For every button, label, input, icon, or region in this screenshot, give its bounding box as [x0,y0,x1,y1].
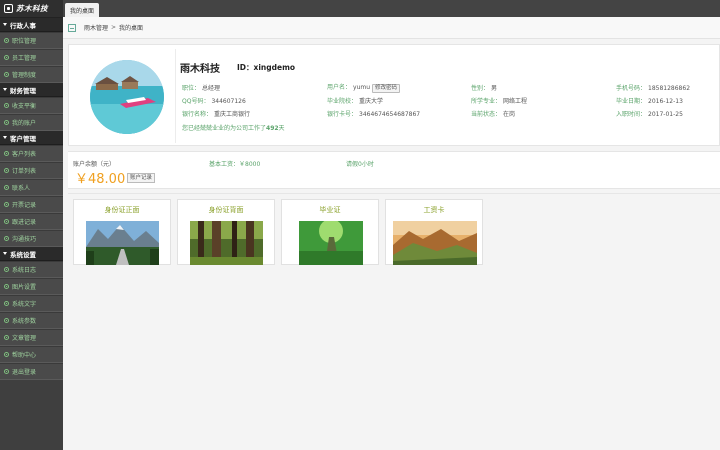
field-grad-date: 毕业日期： 2016-12-13 [616,98,683,105]
field-join-date: 入职时间： 2017-01-25 [616,111,683,118]
sidebar-item-my-account[interactable]: 我的账户 [0,114,63,131]
doc-salary-card[interactable]: 工资卡 [385,199,483,265]
sidebar-item-help[interactable]: 帮助中心 [0,346,63,363]
breadcrumb-separator: > [111,24,117,31]
profile-panel: 雨木科技 ID：xingdemo 职位： 总经理 QQ号码： 344607126 银… [68,44,720,146]
logo-text: 苏木科技 [16,4,48,13]
nav-group-settings: 系统设置 系统日志 图片设置 系统文字 系统参数 文章管理 帮助中心 退出登录 [0,247,63,380]
field-status: 当前状态： 在岗 [471,111,516,118]
sidebar-item-image-settings[interactable]: 图片设置 [0,278,63,295]
sidebar-item-logs[interactable]: 系统日志 [0,261,63,278]
avatar-container [74,49,176,143]
account-record-button[interactable]: 账户记录 [127,173,156,183]
sidebar-item-tips[interactable]: 沟通技巧 [0,230,63,247]
field-bank: 银行名称： 重庆工商银行 [182,111,251,118]
field-bank-card: 银行卡号： 3464674654687867 [327,111,421,118]
field-gender: 性别：男 [471,85,498,92]
base-salary: 基本工资：￥8000 [209,161,261,168]
logo-icon [4,4,13,13]
doc-image [190,221,263,265]
doc-id-back[interactable]: 身份证背面 [177,199,275,265]
field-qq: QQ号码： 344607126 [182,98,246,105]
doc-id-front[interactable]: 身份证正面 [73,199,171,265]
nav-group-hr: 行政人事 职位管理 员工管理 管理制度 [0,18,63,83]
field-phone: 手机号码： 18581286862 [616,85,691,92]
nav-group-customers: 客户管理 客户列表 订单列表 联系人 开票记录 跟进记录 沟通技巧 [0,131,63,247]
sidebar-item-positions[interactable]: 职位管理 [0,32,63,49]
user-id: ID：xingdemo [237,63,296,72]
caret-down-icon [3,252,7,255]
sidebar-item-contacts[interactable]: 联系人 [0,179,63,196]
tab-my-desktop[interactable]: 我的桌面 [65,3,100,17]
caret-down-icon [3,136,7,139]
breadcrumb-current: 我的桌面 [119,25,144,32]
doc-title: 身份证正面 [104,206,140,214]
circle-icon [4,284,9,289]
circle-icon [4,168,9,173]
tab-bar: 我的桌面 [63,0,720,17]
sidebar: 苏木科技 行政人事 职位管理 员工管理 管理制度 财务管理 收支平衡 我的账户 … [0,0,63,450]
field-school: 毕业院校： 重庆大学 [327,98,384,105]
field-major: 所学专业： 网络工程 [471,98,528,105]
doc-image [393,221,477,265]
nav-group-header[interactable]: 系统设置 [0,247,63,261]
breadcrumb: 雨木管理 > 我的桌面 [63,17,720,39]
change-password-button[interactable]: 修改密码 [372,84,401,93]
balance-label: 账户余额（元） [73,161,116,168]
work-duration-text: 您已经兢兢业业的为公司工作了492天 [182,125,285,132]
documents-area: 身份证正面 身份证背面 毕业证 工资卡 [68,193,720,450]
sidebar-item-logout[interactable]: 退出登录 [0,363,63,380]
circle-icon [4,55,9,60]
circle-icon [4,103,9,108]
circle-icon [4,236,9,241]
sidebar-item-system-text[interactable]: 系统文字 [0,295,63,312]
leave-hours: 请假0小时 [346,161,374,168]
doc-title: 工资卡 [423,206,445,214]
circle-icon [4,120,9,125]
app-logo[interactable]: 苏木科技 [0,0,63,18]
sidebar-item-balance[interactable]: 收支平衡 [0,97,63,114]
field-position: 职位： 总经理 [182,85,221,92]
balance-value: ￥48.00 [75,172,126,187]
sidebar-item-followups[interactable]: 跟进记录 [0,213,63,230]
circle-icon [4,318,9,323]
circle-icon [4,369,9,374]
circle-icon [4,352,9,357]
sidebar-item-customer-list[interactable]: 客户列表 [0,145,63,162]
work-days: 492 [266,125,279,132]
sidebar-item-articles[interactable]: 文章管理 [0,329,63,346]
sidebar-item-policies[interactable]: 管理制度 [0,66,63,83]
nav-group-finance: 财务管理 收支平衡 我的账户 [0,83,63,131]
circle-icon [4,151,9,156]
circle-icon [4,72,9,77]
account-summary: 账户余额（元） ￥48.00 账户记录 基本工资：￥8000 请假0小时 [68,151,720,189]
nav-group-header[interactable]: 客户管理 [0,131,63,145]
breadcrumb-root[interactable]: 雨木管理 [84,23,108,32]
collapse-sidebar-icon[interactable] [68,23,76,32]
circle-icon [4,301,9,306]
sidebar-item-invoices[interactable]: 开票记录 [0,196,63,213]
nav-group-header[interactable]: 财务管理 [0,83,63,97]
circle-icon [4,267,9,272]
circle-icon [4,185,9,190]
circle-icon [4,219,9,224]
field-username: 用户名： yumu 修改密码 [327,82,401,93]
circle-icon [4,335,9,340]
caret-down-icon [3,23,7,26]
company-name: 雨木科技 [180,64,220,75]
doc-title: 毕业证 [319,206,341,214]
circle-icon [4,202,9,207]
circle-icon [4,38,9,43]
sidebar-item-employees[interactable]: 员工管理 [0,49,63,66]
caret-down-icon [3,88,7,91]
doc-image [299,221,363,265]
doc-title: 身份证背面 [208,206,244,214]
avatar [90,60,164,134]
sidebar-item-order-list[interactable]: 订单列表 [0,162,63,179]
doc-image [86,221,159,265]
doc-diploma[interactable]: 毕业证 [281,199,379,265]
nav-group-header[interactable]: 行政人事 [0,18,63,32]
sidebar-item-system-params[interactable]: 系统参数 [0,312,63,329]
